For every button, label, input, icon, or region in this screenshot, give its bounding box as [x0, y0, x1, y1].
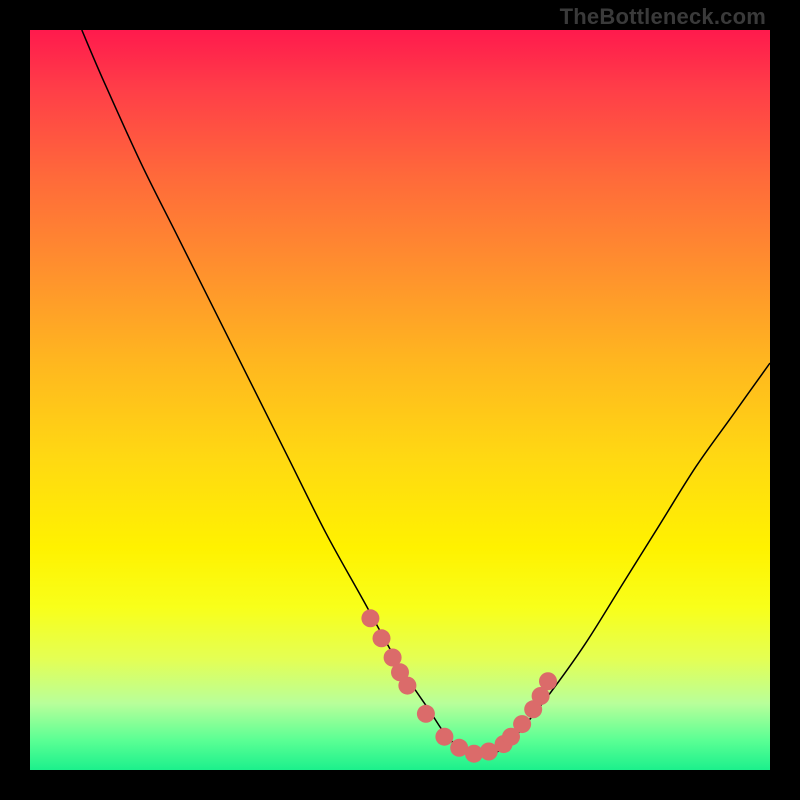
- bottleneck-curve: [82, 30, 770, 756]
- highlight-marker: [513, 715, 531, 733]
- chart-svg: [30, 30, 770, 770]
- highlight-marker: [417, 705, 435, 723]
- highlight-marker: [398, 677, 416, 695]
- highlight-marker: [435, 728, 453, 746]
- highlight-marker: [361, 609, 379, 627]
- chart-frame: TheBottleneck.com: [0, 0, 800, 800]
- marker-group: [361, 609, 557, 762]
- watermark-text: TheBottleneck.com: [560, 4, 766, 30]
- highlight-marker: [373, 629, 391, 647]
- plot-area: [30, 30, 770, 770]
- highlight-marker: [539, 672, 557, 690]
